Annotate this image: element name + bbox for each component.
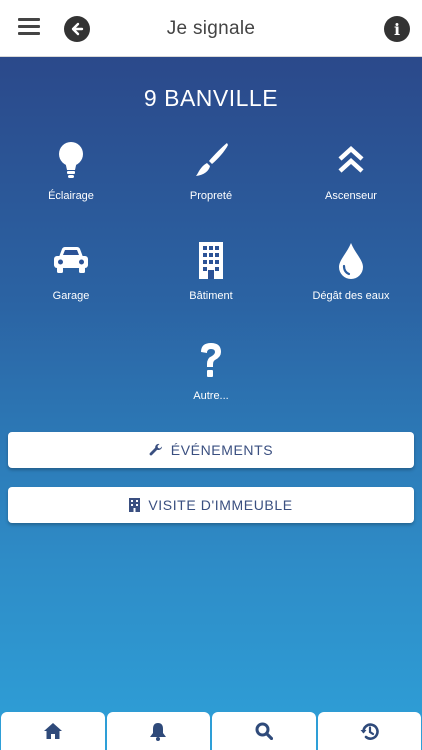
tab-history[interactable] [317, 712, 421, 750]
category-label: Autre... [193, 390, 229, 402]
category-degat-des-eaux[interactable]: Dégât des eaux [281, 238, 421, 318]
wrench-icon [149, 443, 162, 456]
category-label: Dégât des eaux [312, 290, 390, 302]
building-icon [199, 242, 223, 279]
lightbulb-icon [59, 142, 83, 178]
bell-icon [150, 722, 167, 741]
events-button[interactable]: ÉVÉNEMENTS [8, 432, 414, 468]
car-icon [54, 247, 88, 273]
info-icon: i [393, 19, 401, 39]
category-label: Propreté [189, 190, 233, 202]
building-visit-button[interactable]: VISITE D'IMMEUBLE [8, 487, 414, 523]
category-batiment[interactable]: Bâtiment [141, 238, 281, 318]
bottom-tab-bar [0, 712, 422, 750]
category-ascenseur[interactable]: Ascenseur [281, 138, 421, 218]
category-label: Garage [52, 290, 90, 302]
paintbrush-icon [196, 143, 228, 176]
tab-home[interactable] [1, 712, 105, 750]
tab-notifications[interactable] [106, 712, 210, 750]
tab-search[interactable] [212, 712, 316, 750]
category-label: Éclairage [48, 190, 94, 202]
building-name: 9 BANVILLE [143, 85, 279, 111]
question-icon [201, 343, 221, 377]
page-title: Je signale [166, 18, 256, 39]
category-autre[interactable]: Autre... [141, 338, 281, 418]
water-drop-icon [339, 243, 363, 279]
home-icon [43, 723, 62, 739]
app-header: Je signale i [0, 0, 422, 57]
search-icon [255, 722, 273, 740]
category-label: Bâtiment [189, 290, 233, 302]
building-visit-button-label: VISITE D'IMMEUBLE [148, 497, 293, 513]
category-label: Ascenseur [325, 190, 377, 202]
building-icon [129, 498, 141, 512]
history-icon [360, 722, 379, 740]
category-eclairage[interactable]: Éclairage [1, 138, 141, 218]
double-chevron-up-icon [338, 145, 364, 173]
category-proprete[interactable]: Propreté [141, 138, 281, 218]
info-button[interactable]: i [384, 16, 410, 42]
events-button-label: ÉVÉNEMENTS [170, 442, 274, 458]
category-garage[interactable]: Garage [1, 238, 141, 318]
